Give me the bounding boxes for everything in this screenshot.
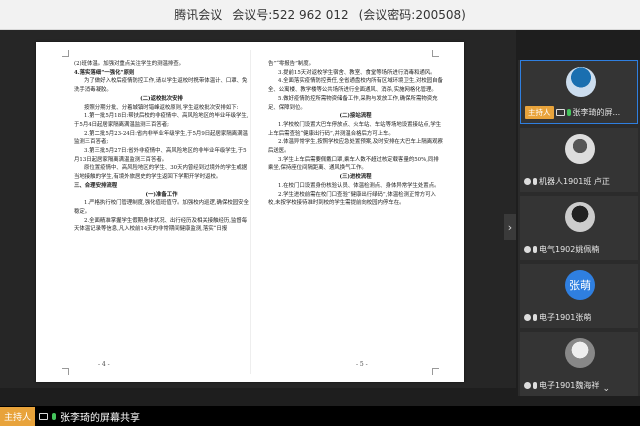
doc-paragraph: 为了做好入校后疫情防控工作,请以学生返校时携带体温计、口罩、免洗手消毒凝胶。	[74, 78, 248, 94]
doc-paragraph: 4.落实落细“一强化”原则	[74, 69, 135, 76]
share-label: 张李琦的屏幕共享	[60, 412, 141, 424]
participant-name: 机器人1901班 卢正	[539, 177, 610, 186]
mic-icon	[533, 382, 537, 389]
participant-tile[interactable]: 电子1901魏海祥	[520, 332, 638, 396]
participant-tile[interactable]: 机器人1901班 卢正	[520, 128, 638, 192]
host-badge: 主持人	[525, 106, 554, 119]
person-icon	[524, 314, 531, 321]
doc-paragraph: 三、合理安排流程	[74, 182, 118, 189]
doc-paragraph: 1.第一批5月18日:帮扶后校的非疫情中、高风险地区的毕业年级学生,于5月4日起…	[74, 113, 249, 128]
meeting-password: (会议密码:200508)	[358, 8, 466, 22]
participant-name: 张李琦的屏...	[572, 108, 621, 117]
person-icon	[524, 178, 531, 185]
participant-label: 电气1902姚佩楠	[524, 243, 634, 256]
bottom-share-bar: 主持人 张李琦的屏幕共享	[0, 406, 640, 426]
page-number-left: - 4 -	[98, 361, 110, 368]
doc-paragraph: (三)进校流程	[339, 174, 372, 181]
participant-label: 主持人 张李琦的屏...	[525, 106, 633, 119]
avatar	[565, 202, 595, 232]
right-page-text: 告”“零报告”制度。 3.提前15天对返校学生宿舍、教室、食堂等场所进行消毒和通风…	[268, 60, 443, 208]
doc-paragraph: 3.学生上车后需要佩戴口罩,乘车人数不超过核定载客量的50%,同排乘坐,保持座位…	[268, 156, 439, 172]
participant-name: 电气1902姚佩楠	[539, 245, 600, 254]
doc-paragraph: (二)接站流程	[339, 113, 372, 120]
participant-name: 电子1901张萌	[539, 313, 592, 322]
doc-paragraph: (2)班体温。加强对重点关注学生的测温排查。	[74, 61, 185, 67]
page-spine	[250, 50, 251, 374]
person-icon	[524, 246, 531, 253]
title-bar: 腾讯会议 会议号: 522 962 012 (会议密码:200508)	[0, 0, 640, 30]
doc-paragraph: 2.第二批5月23-24日:省内非毕业年级学生,于5月9日起居家隔离满温监测三百…	[74, 130, 248, 146]
participants-panel: 电子1901魏海祥 张萌 电子1901张萌 电气1902姚佩楠 机器人1901班 卢正主…	[518, 60, 640, 396]
doc-paragraph: 1.在校门口设置身份核验认员、体温检测点、身体异常学生处置点。	[278, 182, 440, 189]
page-number-right: - 5 -	[356, 361, 368, 368]
mic-icon	[533, 246, 537, 253]
left-page-text: (2)班体温。加强对重点关注学生的测温排查。 4.落实落细“一强化”原则为了做好入…	[74, 60, 249, 234]
screen-share-icon	[39, 412, 49, 420]
doc-paragraph: 按照分期分批、分着城镇时错峰返校原则,学生返校批次安排如下:	[84, 104, 239, 111]
doc-paragraph: 告”“零报告”制度。	[268, 61, 315, 67]
doc-paragraph: 2.学生进校前需在校门口查验“健康出行绿码”,体温检测正常方可入校,未按学校接待…	[268, 191, 436, 207]
meeting-id-label: 会议号:	[232, 8, 273, 22]
chevron-down-icon[interactable]: ⌄	[602, 384, 610, 394]
collapse-panel-chevron-icon[interactable]: ›	[504, 214, 516, 240]
mic-icon	[566, 109, 571, 116]
participant-tile[interactable]: 主持人 张李琦的屏...	[520, 60, 638, 124]
avatar	[565, 134, 595, 164]
participant-tile[interactable]: 张萌电子1901张萌	[520, 264, 638, 328]
participant-label: 机器人1901班 卢正	[524, 175, 634, 188]
meeting-id: 522 962 012	[272, 7, 349, 22]
doc-paragraph: 1.严格执行校门管理制度,强化值班值守。加强校内巡逻,确保校园安全稳定。	[74, 200, 249, 215]
doc-paragraph: (一)准备工作	[145, 191, 178, 198]
mic-icon	[533, 314, 537, 321]
person-icon	[524, 382, 531, 389]
doc-paragraph: (二)返校批次安排	[140, 95, 183, 102]
shared-document: (2)班体温。加强对重点关注学生的测温排查。 4.落实落细“一强化”原则为了做好入…	[36, 42, 464, 382]
mic-icon	[533, 178, 537, 185]
app-name: 腾讯会议	[174, 8, 223, 22]
doc-paragraph: 2.全面精准掌握学生假期身体状况、出行经历及相关接触经历,监督每天体温记录等信息…	[74, 217, 248, 233]
participant-label: 电子1901张萌	[524, 311, 634, 324]
doc-paragraph: 3.第三批5月27日:省外非疫情中、高风险地区的非毕业年级学生,于5月13日起居…	[74, 148, 247, 163]
participant-name: 电子1901魏海祥	[539, 381, 600, 390]
doc-paragraph: 4.全面落实疫情防控责任,全省通盘校内所有区域环境卫生,对校园自备全、公寓楼、教…	[268, 78, 443, 94]
screen-share-icon	[555, 109, 565, 116]
doc-paragraph: 3.提前15天对返校学生宿舍、教室、食堂等场所进行消毒和通风。	[278, 69, 436, 76]
doc-paragraph: 5.做好疫情防控所需物资储备工作,采购与发放工作,确保所需物资充足、保障到位。	[268, 95, 438, 111]
avatar: 张萌	[565, 270, 595, 300]
doc-paragraph: 原位置疫情中、高风险地区的学生、30天内曾经到过境外的学生或据当地接触的学生,有…	[74, 165, 248, 181]
doc-paragraph: 2.体温异常学生,按照学校应急处置预案,及时安排在大巴车上隔离观察后送医。	[268, 139, 443, 155]
avatar	[566, 67, 596, 97]
doc-paragraph: 1.学校校门设置大巴车停放点、火车站、车站等场地设置接站点,学生上车后需查验“健…	[268, 121, 442, 137]
host-badge: 主持人	[0, 406, 36, 426]
participant-tile[interactable]: 电气1902姚佩楠	[520, 196, 638, 260]
mic-icon	[52, 412, 57, 420]
participant-label: 电子1901魏海祥	[524, 379, 634, 392]
avatar	[565, 338, 595, 368]
